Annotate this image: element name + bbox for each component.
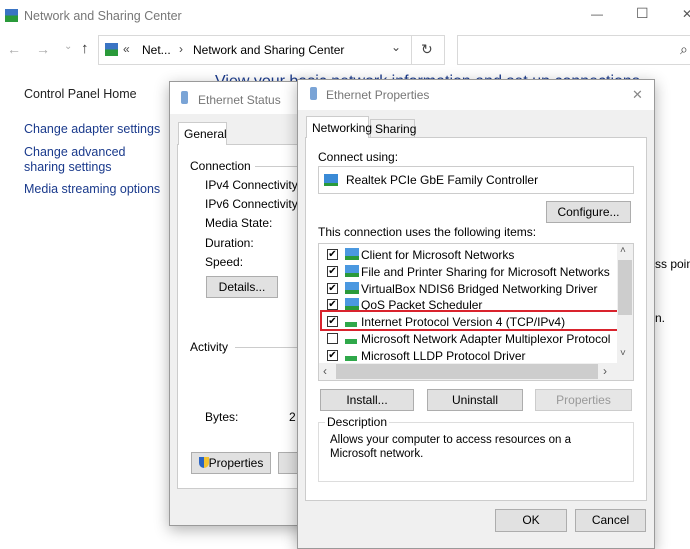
ethernet-icon (310, 87, 317, 100)
maximize-button[interactable]: ☐ (636, 5, 649, 22)
ethernet-icon (181, 91, 188, 104)
search-input[interactable]: ⌕ (457, 35, 690, 65)
sidebar-item-media-streaming[interactable]: Media streaming options (24, 182, 160, 196)
highlight-box (320, 310, 619, 332)
speed-label: Speed: (205, 255, 244, 269)
uninstall-button[interactable]: Uninstall (427, 389, 523, 411)
item-label: VirtualBox NDIS6 Bridged Networking Driv… (361, 281, 598, 296)
media-state-label: Media State: (205, 216, 273, 230)
details-button[interactable]: Details... (206, 276, 278, 298)
network-service-icon (345, 264, 359, 277)
list-item[interactable]: ✔ Client for Microsoft Networks (319, 246, 619, 263)
connect-using-label: Connect using: (318, 150, 399, 164)
item-checkbox[interactable] (327, 333, 338, 344)
scroll-right-icon[interactable]: › (603, 364, 607, 378)
protocol-icon (345, 348, 357, 361)
item-properties-button: Properties (535, 389, 632, 411)
configure-button[interactable]: Configure... (546, 201, 631, 223)
tab-sharing[interactable]: Sharing (370, 119, 417, 138)
list-item[interactable]: ✔ Microsoft LLDP Protocol Driver (319, 347, 619, 364)
close-button[interactable]: ✕ (682, 7, 690, 21)
dialog-title: Ethernet Properties (326, 88, 430, 102)
bytes-value: 2 (289, 410, 296, 424)
connection-label: Connection (190, 159, 251, 173)
sidebar-item-advanced-sharing[interactable]: Change advanced sharing settings (24, 145, 169, 175)
app-icon (5, 9, 18, 22)
tab-label: General (184, 127, 227, 141)
scroll-up-icon[interactable]: ˄ (620, 245, 626, 256)
item-label: Microsoft LLDP Protocol Driver (361, 348, 526, 363)
window-title: Network and Sharing Center (24, 9, 182, 23)
address-bar[interactable]: « Net... › Network and Sharing Center ⌄ … (98, 35, 445, 65)
horizontal-scrollbar[interactable]: ‹ › (319, 363, 633, 380)
ethernet-properties-dialog: Ethernet Properties ✕ Networking Sharing… (297, 79, 655, 549)
minimize-button[interactable]: — (591, 7, 603, 21)
network-client-icon (345, 248, 359, 260)
location-icon (105, 43, 118, 56)
properties-button[interactable]: Properties (191, 452, 271, 474)
description-text: Allows your computer to access resources… (330, 434, 571, 460)
search-icon: ⌕ (680, 41, 688, 57)
cancel-button[interactable]: Cancel (575, 509, 646, 532)
item-label: File and Printer Sharing for Microsoft N… (361, 264, 610, 279)
right-text: ss poin (655, 257, 690, 271)
bytes-label: Bytes: (205, 410, 239, 424)
forward-button[interactable]: → (36, 41, 50, 57)
divider (411, 36, 412, 64)
item-checkbox[interactable]: ✔ (327, 282, 338, 294)
network-service-icon (345, 281, 359, 294)
network-adapter-icon (324, 174, 338, 186)
ipv4-label: IPv4 Connectivity: (205, 178, 302, 192)
list-item[interactable]: ✔ VirtualBox NDIS6 Bridged Networking Dri… (319, 280, 619, 297)
item-checkbox[interactable]: ✔ (327, 265, 338, 277)
sidebar-item-change-adapter[interactable]: Change adapter settings (24, 122, 160, 136)
tab-label: Networking (312, 121, 373, 135)
shield-icon (198, 457, 209, 468)
refresh-button[interactable]: ↻ (421, 41, 433, 58)
address-dropdown[interactable]: ⌄ (391, 40, 401, 54)
protocol-icon (345, 332, 357, 344)
breadcrumb-separator: › (179, 42, 183, 56)
scroll-thumb[interactable] (336, 364, 598, 379)
dialog-title: Ethernet Status (198, 93, 281, 107)
right-text: n. (655, 311, 666, 325)
items-label: This connection uses the following items… (318, 225, 537, 239)
item-label: Client for Microsoft Networks (361, 248, 515, 262)
recent-dropdown[interactable]: ⌄ (64, 41, 72, 52)
vertical-scrollbar[interactable]: ˄ ˅ (617, 244, 633, 363)
item-label: Microsoft Network Adapter Multiplexor Pr… (361, 332, 611, 346)
breadcrumb-network[interactable]: Net... (142, 43, 171, 57)
list-item[interactable]: Microsoft Network Adapter Multiplexor Pr… (319, 330, 619, 347)
tab-general[interactable]: General (178, 122, 227, 145)
items-list[interactable]: ✔ Client for Microsoft Networks ✔ File and … (318, 243, 634, 381)
overflow-chevron[interactable]: « (123, 42, 130, 56)
list-item[interactable]: ✔ File and Printer Sharing for Microsoft … (319, 263, 619, 280)
adapter-box: Realtek PCIe GbE Family Controller (318, 166, 634, 194)
button-label: Properties (208, 456, 264, 470)
item-checkbox[interactable]: ✔ (327, 299, 338, 311)
sidebar-item-control-panel-home[interactable]: Control Panel Home (24, 87, 137, 101)
install-button[interactable]: Install... (320, 389, 414, 411)
tab-label: Sharing (375, 122, 417, 136)
scroll-left-icon[interactable]: ‹ (323, 364, 327, 378)
item-checkbox[interactable]: ✔ (327, 249, 338, 260)
adapter-name: Realtek PCIe GbE Family Controller (346, 173, 539, 187)
tab-networking[interactable]: Networking (306, 116, 373, 138)
list-item[interactable]: ✔ Internet Protocol Version 4 (TCP/IPv4) (319, 310, 619, 332)
close-button[interactable]: ✕ (632, 87, 643, 103)
back-button[interactable]: ← (7, 41, 21, 57)
scroll-down-icon[interactable]: ˅ (620, 348, 626, 359)
item-checkbox[interactable]: ✔ (327, 349, 338, 361)
ok-button[interactable]: OK (495, 509, 567, 532)
duration-label: Duration: (205, 236, 254, 250)
description-label: Description (325, 415, 390, 429)
scroll-thumb[interactable] (618, 260, 632, 315)
breadcrumb-current[interactable]: Network and Sharing Center (193, 43, 344, 57)
network-service-icon (345, 298, 359, 311)
up-button[interactable]: ↑ (81, 40, 89, 57)
ipv6-label: IPv6 Connectivity: (205, 197, 302, 211)
activity-label: Activity (190, 340, 229, 354)
